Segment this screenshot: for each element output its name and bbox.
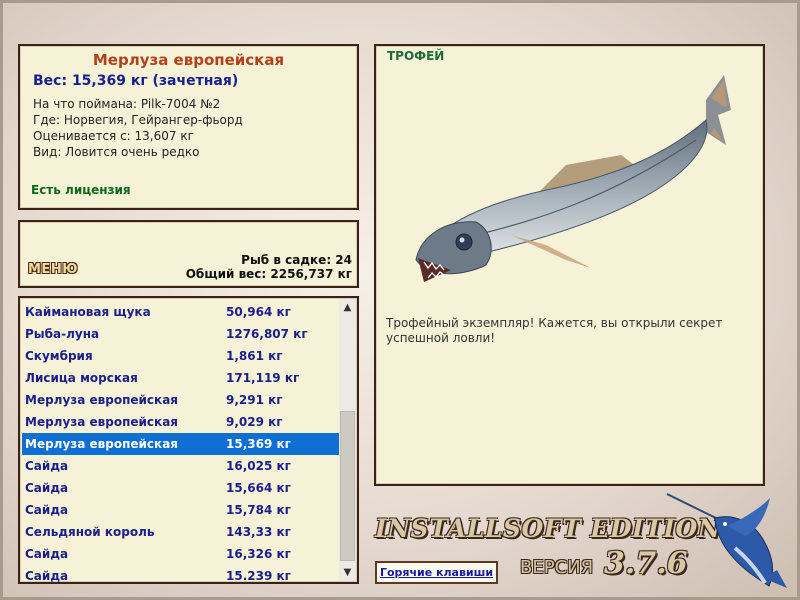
catch-row[interactable]: Сайда 15.239 кг (22, 565, 340, 583)
catch-fish-weight: 15,784 кг (226, 503, 291, 517)
catch-fish-name: Мерлуза европейская (25, 393, 178, 407)
catch-row[interactable]: Рыба-луна 1276,807 кг (22, 323, 340, 345)
scroll-up-icon[interactable]: ▲ (339, 299, 356, 316)
hake-fish-image (415, 75, 731, 282)
menu-button[interactable]: МЕНЮ (28, 262, 78, 277)
total-weight: Общий вес: 2256,737 кг (185, 267, 352, 281)
catch-row[interactable]: Сайда 16,326 кг (22, 543, 340, 565)
catch-row[interactable]: Мерлуза европейская 15,369 кг (22, 433, 340, 455)
catch-fish-weight: 15,664 кг (226, 481, 291, 495)
catch-row[interactable]: Сайда 15,784 кг (22, 499, 340, 521)
catch-fish-name: Сайда (25, 503, 69, 517)
catch-fish-name: Рыба-луна (25, 327, 100, 341)
catch-row[interactable]: Сельдяной король 143,33 кг (22, 521, 340, 543)
catch-row[interactable]: Сайда 15,664 кг (22, 477, 340, 499)
catch-row[interactable]: Каймановая щука 50,964 кг (22, 301, 340, 323)
catch-fish-weight: 143,33 кг (226, 525, 291, 539)
scroll-down-icon[interactable]: ▼ (339, 564, 356, 581)
catch-fish-name: Сельдяной король (25, 525, 155, 539)
trophy-title: ТРОФЕЙ (387, 49, 445, 63)
trophy-panel: ТРОФЕЙ Трофейный экземпляр! Кажется, вы … (374, 44, 765, 486)
catch-rows: Каймановая щука 50,964 кг Рыба-луна 1276,80… (22, 301, 340, 583)
catch-fish-weight: 15,369 кг (226, 437, 291, 451)
catch-row[interactable]: Скумбрия 1,861 кг (22, 345, 340, 367)
catch-fish-name: Сайда (25, 481, 69, 495)
catch-fish-weight: 50,964 кг (226, 305, 291, 319)
catch-fish-name: Сайда (25, 569, 69, 583)
catch-fish-weight: 9,029 кг (226, 415, 283, 429)
catch-fish-name: Сайда (25, 547, 69, 561)
catch-row[interactable]: Мерлуза европейская 9,029 кг (22, 411, 340, 433)
catch-fish-name: Мерлуза европейская (25, 415, 178, 429)
fish-info-panel: Мерлуза европейская Вес: 15,369 кг (заче… (18, 44, 359, 210)
catch-list-scrollbar[interactable]: ▲ ▼ (339, 299, 356, 581)
catch-row[interactable]: Лисица морская 171,119 кг (22, 367, 340, 389)
valued-from-text: Оценивается с: 13,607 кг (33, 129, 194, 143)
trophy-description: Трофейный экземпляр! Кажется, вы открыли… (386, 316, 723, 345)
catch-fish-name: Скумбрия (25, 349, 93, 363)
marlin-icon (666, 493, 787, 588)
hotkeys-button[interactable]: Горячие клавиши (375, 561, 498, 584)
keeper-panel: МЕНЮ Рыб в садке: 24 Общий вес: 2256,737… (18, 220, 359, 288)
catch-fish-weight: 1,861 кг (226, 349, 283, 363)
location-text: Где: Норвегия, Гейрангер-фьорд (33, 113, 243, 127)
catch-fish-name: Мерлуза европейская (25, 437, 178, 451)
catch-fish-weight: 15.239 кг (226, 569, 291, 583)
version-label: ВЕРСИЯ (520, 557, 594, 578)
catch-fish-name: Сайда (25, 459, 69, 473)
catch-fish-name: Каймановая щука (25, 305, 151, 319)
fish-weight: Вес: 15,369 кг (зачетная) (33, 73, 239, 89)
catch-row[interactable]: Сайда 16,025 кг (22, 455, 340, 477)
catch-list: Каймановая щука 50,964 кг Рыба-луна 1276,80… (18, 296, 359, 584)
scrollbar-thumb[interactable] (340, 411, 355, 561)
caught-on-text: На что поймана: Pilk-7004 №2 (33, 97, 221, 111)
fish-name: Мерлуза европейская (92, 51, 285, 69)
catch-fish-weight: 9,291 кг (226, 393, 283, 407)
catch-fish-weight: 1276,807 кг (226, 327, 308, 341)
catch-row[interactable]: Мерлуза европейская 9,291 кг (22, 389, 340, 411)
license-status: Есть лицензия (31, 183, 131, 197)
fish-count: Рыб в садке: 24 (241, 253, 352, 267)
catch-fish-weight: 16,025 кг (226, 459, 291, 473)
catch-fish-weight: 16,326 кг (226, 547, 291, 561)
rarity-text: Вид: Ловится очень редко (33, 145, 200, 159)
catch-fish-name: Лисица морская (25, 371, 138, 385)
catch-fish-weight: 171,119 кг (226, 371, 300, 385)
